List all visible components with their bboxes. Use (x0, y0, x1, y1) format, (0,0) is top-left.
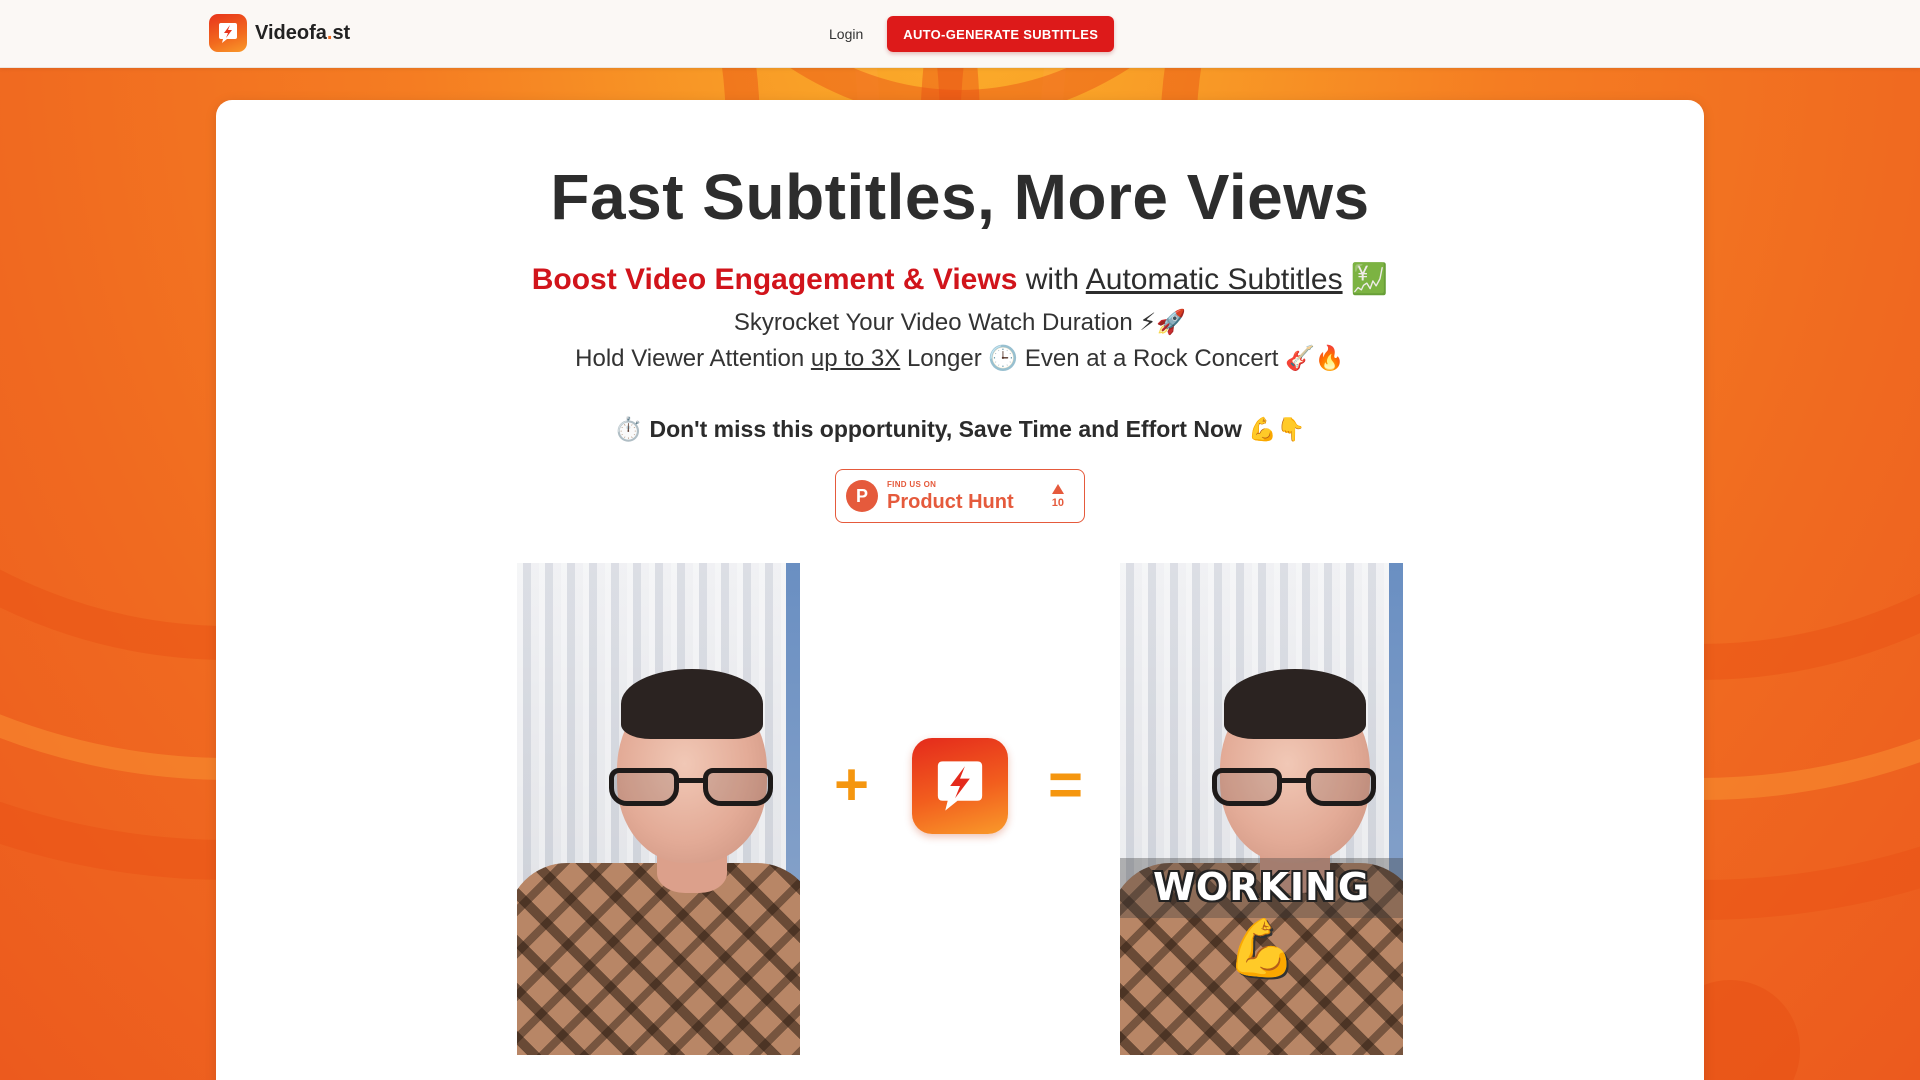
chart-yen-icon: 💹 (1350, 262, 1389, 297)
site-logo[interactable]: Videofa.st (209, 14, 350, 52)
plus-sign: + (834, 751, 870, 818)
video-with-subtitles[interactable]: WORKING 💪 (1120, 563, 1403, 1055)
automatic-subtitles-link[interactable]: Automatic Subtitles (1086, 263, 1343, 296)
videofast-app-icon (912, 738, 1008, 834)
upvote-arrow-icon (1051, 483, 1064, 494)
hair (621, 669, 763, 739)
header-nav: Login AUTO-GENERATE SUBTITLES (829, 16, 1115, 52)
login-link[interactable]: Login (829, 18, 863, 50)
flexed-bicep-icon: 💪 (1226, 916, 1297, 979)
clock-icon: 🕒 (988, 344, 1019, 372)
product-hunt-name: Product Hunt (887, 490, 1014, 513)
product-hunt-text: FIND US ON Product Hunt (887, 479, 1014, 513)
glasses (1212, 768, 1376, 808)
hero-line-attention: Hold Viewer Attention up to 3X Longer 🕒 … (0, 344, 1920, 373)
patterned-shirt (517, 863, 800, 1055)
stopwatch-icon: ⏱️ (614, 417, 644, 443)
attention-text-post: Even at a Rock Concert (1024, 345, 1279, 372)
guitar-fire-icon: 🎸🔥 (1285, 344, 1345, 372)
hero-card (216, 100, 1704, 1080)
page-title: Fast Subtitles, More Views (550, 161, 1370, 233)
hero-subheadline: Boost Video Engagement & Views with Auto… (0, 262, 1920, 297)
product-hunt-badge[interactable]: P FIND US ON Product Hunt 10 (835, 469, 1085, 523)
product-hunt-logo-icon: P (846, 480, 878, 512)
lightning-rocket-icon: ⚡🚀 (1139, 308, 1187, 336)
cta-line-text: Don't miss this opportunity, Save Time a… (649, 416, 1242, 442)
logo-wordmark: Videofa.st (255, 21, 351, 44)
subhead-highlight: Boost Video Engagement & Views (531, 263, 1018, 296)
auto-generate-subtitles-button[interactable]: AUTO-GENERATE SUBTITLES (887, 16, 1115, 52)
hero-line-watch-duration: Skyrocket Your Video Watch Duration ⚡🚀 (0, 308, 1920, 337)
hero-call-to-action: ⏱️ Don't miss this opportunity, Save Tim… (0, 416, 1920, 443)
up-to-3x-link[interactable]: up to 3X (811, 345, 900, 372)
video-before-subtitles[interactable] (517, 563, 800, 1055)
subhead-connector: with (1025, 263, 1080, 296)
muscle-pointing-down-icon: 💪👇 (1248, 417, 1306, 443)
subtitle-caption-word: WORKING (1152, 865, 1371, 909)
attention-text-pre: Hold Viewer Attention (575, 345, 805, 372)
hair (1224, 669, 1366, 739)
equals-sign: = (1048, 751, 1084, 818)
attention-text-mid: Longer (906, 345, 982, 372)
product-hunt-small-label: FIND US ON (887, 479, 937, 489)
lightning-chat-logo-icon (209, 14, 247, 52)
glasses (609, 768, 773, 808)
top-navbar: Videofa.st Login AUTO-GENERATE SUBTITLES (0, 0, 1920, 68)
product-hunt-vote-count: 10 (1051, 496, 1064, 509)
watch-duration-text: Skyrocket Your Video Watch Duration (733, 309, 1133, 336)
product-hunt-votes: 10 (1051, 483, 1064, 509)
